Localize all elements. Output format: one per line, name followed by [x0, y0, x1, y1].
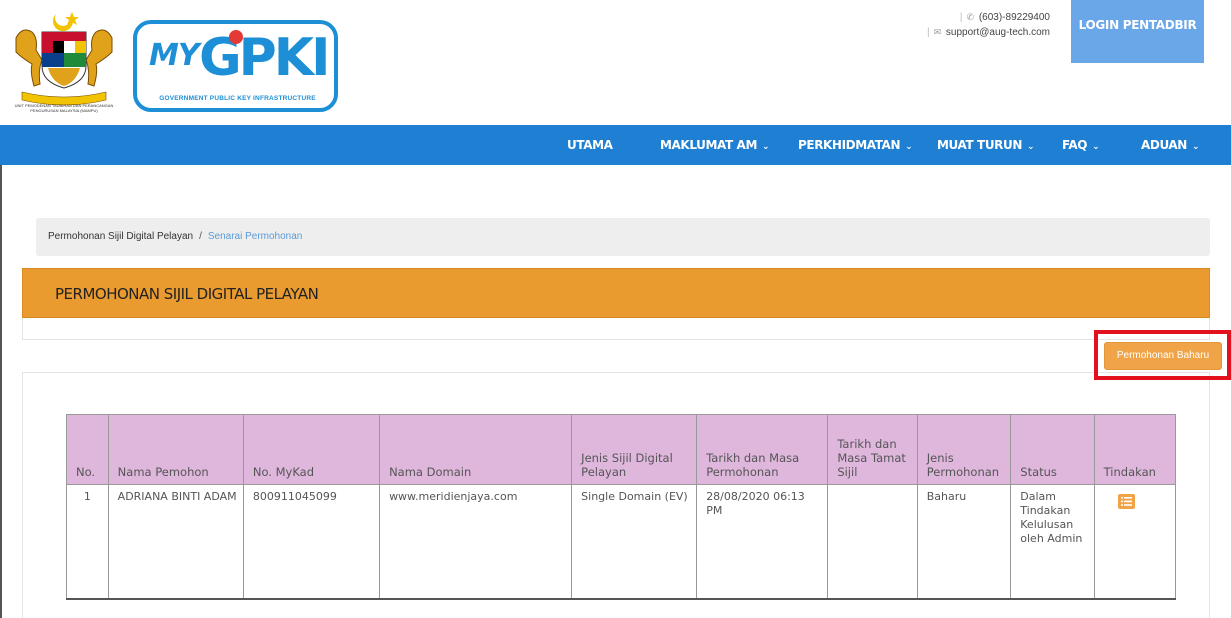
logo-subtitle: GOVERNMENT PUBLIC KEY INFRASTRUCTURE — [159, 95, 316, 102]
mygpki-logo[interactable]: MY GPKI GOVERNMENT PUBLIC KEY INFRASTRUC… — [133, 20, 338, 112]
envelope-icon: ✉ — [933, 27, 942, 37]
cell-tarikh-permohonan: 28/08/2020 06:13 PM — [696, 484, 829, 600]
contact-info: | ✆ (603)-89229400 | ✉ support@aug-tech.co… — [900, 10, 1050, 40]
view-details-button[interactable] — [1117, 494, 1135, 509]
applications-table: No. Nama Pemohon No. MyKad Nama Domain J… — [66, 414, 1177, 600]
chevron-down-icon: ⌄ — [761, 142, 770, 152]
nav-label: MAKLUMAT AM — [660, 138, 757, 152]
main-nav: UTAMA MAKLUMAT AM ⌄ PERKHIDMATAN ⌄ MUAT TU… — [0, 125, 1231, 165]
breadcrumb: Permohonan Sijil Digital Pelayan / Senarai… — [36, 218, 1210, 256]
cell-jenis-sijil: Single Domain (EV) — [571, 484, 698, 600]
breadcrumb-parent[interactable]: Permohonan Sijil Digital Pelayan — [48, 231, 193, 242]
nav-label: MUAT TURUN — [937, 138, 1022, 152]
col-header-tindakan: Tindakan — [1093, 414, 1177, 485]
cell-mykad: 800911045099 — [242, 484, 381, 600]
nav-item-faq[interactable]: FAQ ⌄ — [1062, 125, 1100, 165]
table-row: 1 ADRIANA BINTI ADAM 800911045099 www.me… — [66, 484, 1177, 600]
page-title: PERMOHONAN SIJIL DIGITAL PELAYAN — [55, 285, 319, 303]
cell-tindakan — [1093, 484, 1177, 600]
site-header: UNIT PEMODENAN TADBIRAN DAN PERANCANGAN … — [0, 0, 1231, 125]
panel-body — [22, 318, 1210, 340]
cell-tarikh-tamat — [827, 484, 918, 600]
panel-header: PERMOHONAN SIJIL DIGITAL PELAYAN — [22, 268, 1210, 318]
phone-line: | ✆ (603)-89229400 — [959, 12, 1050, 23]
cell-status: Dalam Tindakan Kelulusan oleh Admin — [1010, 484, 1095, 600]
col-header-nama-pemohon[interactable]: Nama Pemohon — [107, 414, 244, 485]
col-header-jenis-permohonan[interactable]: Jenis Permohonan — [916, 414, 1012, 485]
nav-label: ADUAN — [1141, 138, 1187, 152]
coat-of-arms-logo: UNIT PEMODENAN TADBIRAN DAN PERANCANGAN … — [8, 8, 120, 116]
logo-gpki-text: GPKI — [199, 28, 330, 88]
breadcrumb-current[interactable]: Senarai Permohonan — [208, 231, 303, 242]
logo-red-dot — [229, 30, 243, 44]
crest-caption: UNIT PEMODENAN TADBIRAN DAN PERANCANGAN … — [14, 103, 114, 113]
nav-item-muat-turun[interactable]: MUAT TURUN ⌄ — [937, 125, 1035, 165]
col-header-mykad[interactable]: No. MyKad — [242, 414, 381, 485]
nav-label: UTAMA — [567, 138, 613, 152]
cell-domain: www.meridienjaya.com — [379, 484, 573, 600]
logo-my-text: MY — [149, 38, 200, 73]
cell-nama: ADRIANA BINTI ADAM — [107, 484, 244, 600]
nav-item-aduan[interactable]: ADUAN ⌄ — [1141, 125, 1200, 165]
phone-icon: ✆ — [966, 12, 975, 22]
phone-number: (603)-89229400 — [978, 12, 1050, 23]
cell-no: 1 — [66, 484, 109, 600]
breadcrumb-divider: / — [199, 231, 202, 242]
col-header-tarikh-tamat[interactable]: Tarikh dan Masa Tamat Sijil — [827, 414, 918, 485]
chevron-down-icon: ⌄ — [1191, 142, 1200, 152]
col-header-no: No. — [66, 414, 109, 485]
table-header-row: No. Nama Pemohon No. MyKad Nama Domain J… — [66, 414, 1177, 485]
col-header-nama-domain[interactable]: Nama Domain — [379, 414, 573, 485]
chevron-down-icon: ⌄ — [1092, 142, 1100, 152]
chevron-down-icon: ⌄ — [905, 142, 913, 152]
col-header-jenis-sijil[interactable]: Jenis Sijil Digital Pelayan — [571, 414, 698, 485]
chevron-down-icon: ⌄ — [1027, 142, 1035, 152]
list-icon — [1120, 497, 1132, 506]
cell-jenis-permohonan: Baharu — [916, 484, 1012, 600]
login-admin-button[interactable]: LOGIN PENTADBIR — [1071, 0, 1204, 63]
nav-label: FAQ — [1062, 138, 1088, 152]
nav-label: PERKHIDMATAN — [798, 138, 901, 152]
email-address[interactable]: support@aug-tech.com — [946, 27, 1050, 38]
nav-item-perkhidmatan[interactable]: PERKHIDMATAN ⌄ — [798, 125, 913, 165]
nav-item-utama[interactable]: UTAMA — [567, 125, 613, 165]
email-line: | ✉ support@aug-tech.com — [926, 27, 1050, 38]
nav-item-maklumat-am[interactable]: MAKLUMAT AM ⌄ — [660, 125, 770, 165]
highlight-box — [1094, 330, 1231, 380]
col-header-tarikh-permohonan[interactable]: Tarikh dan Masa Permohonan — [696, 414, 829, 485]
col-header-status[interactable]: Status — [1010, 414, 1095, 485]
